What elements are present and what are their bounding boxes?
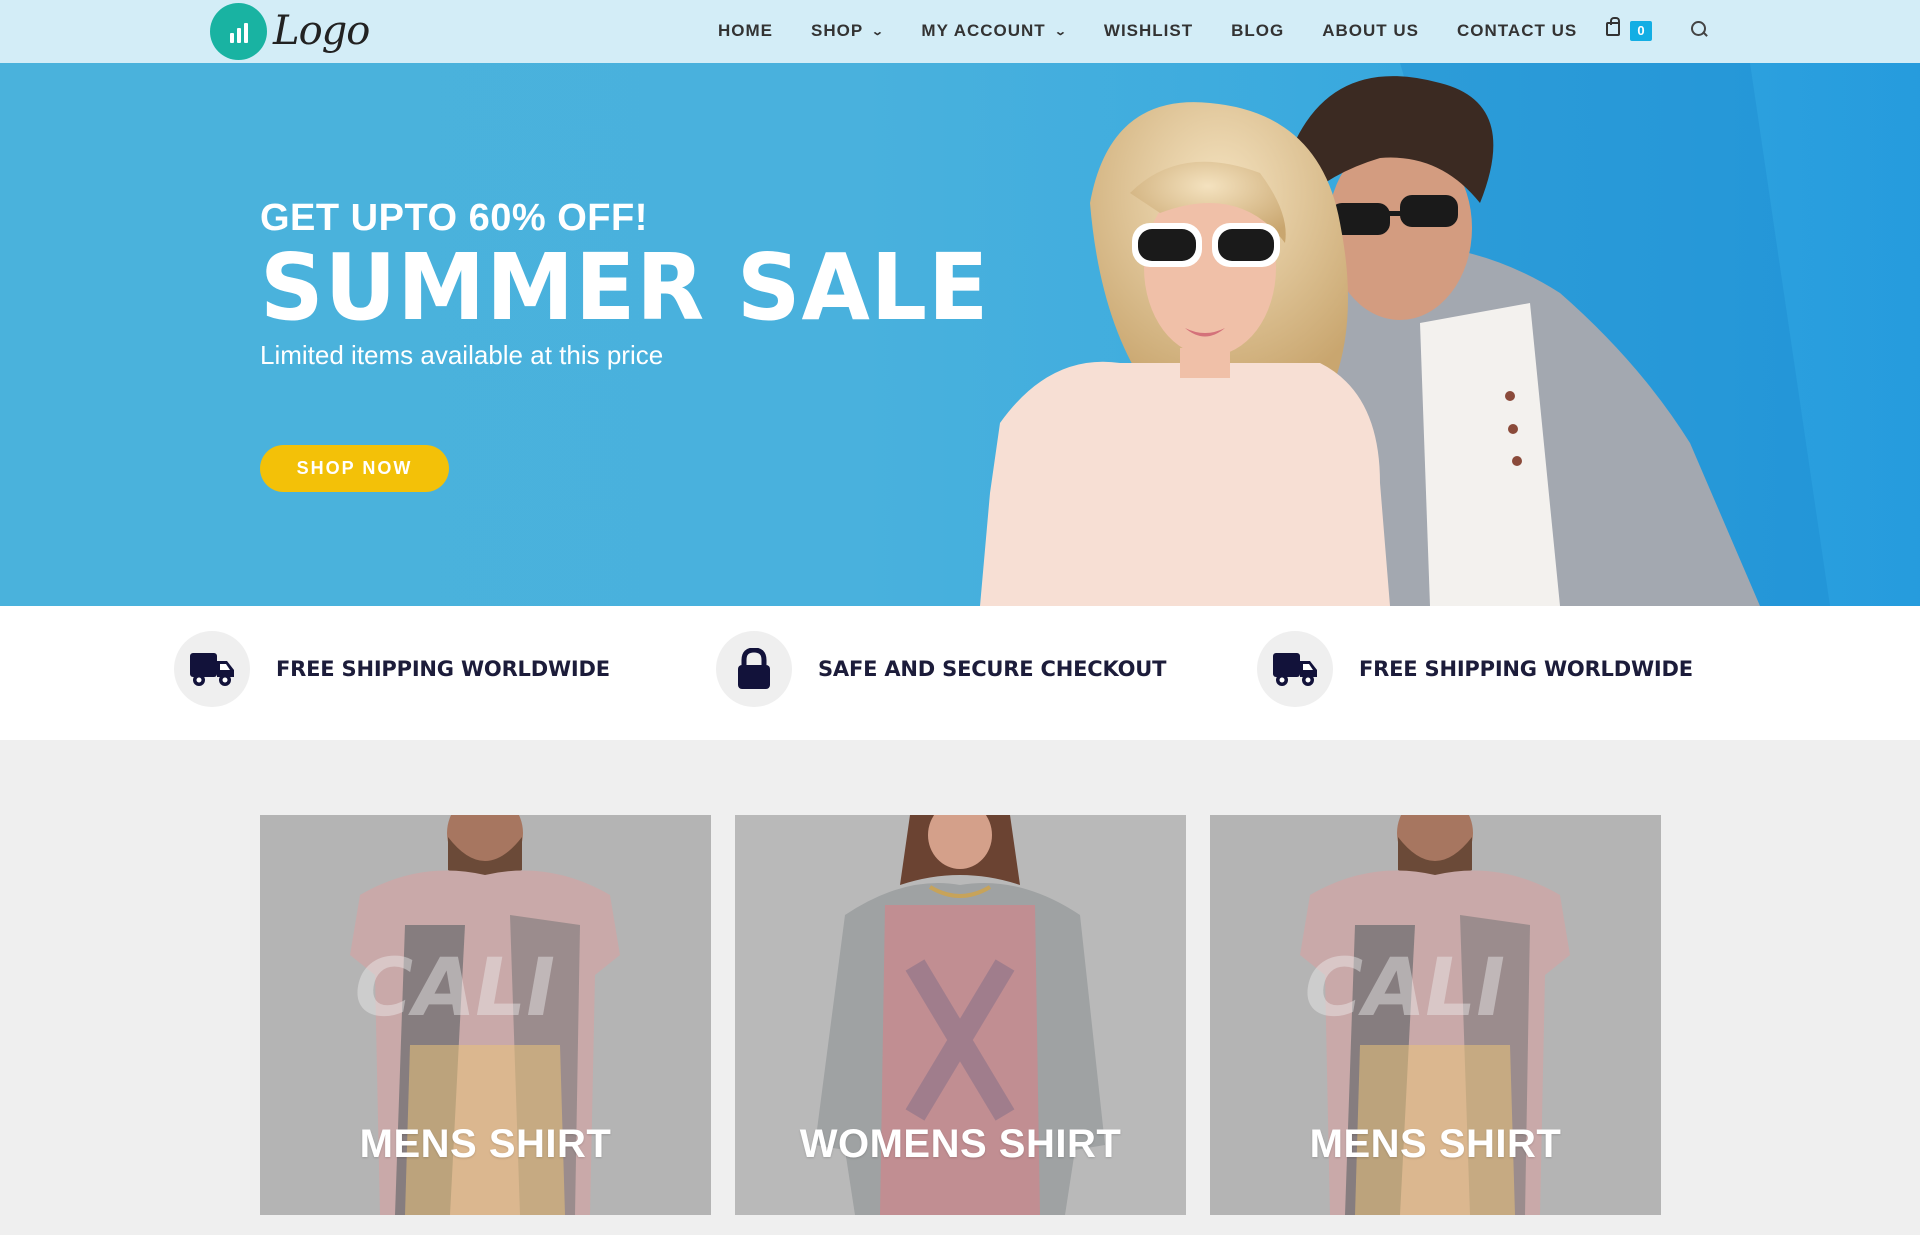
category-card-mens-shirt[interactable]: CALI MENS SHIRT: [260, 815, 711, 1215]
nav-my-account-label: MY ACCOUNT: [921, 21, 1046, 40]
nav-contact-us[interactable]: CONTACT US: [1457, 21, 1577, 41]
category-label: MENS SHIRT: [359, 1122, 612, 1166]
nav-about-us-label: ABOUT US: [1322, 21, 1420, 40]
feature-label: SAFE AND SECURE CHECKOUT: [818, 657, 1167, 681]
truck-icon: [174, 631, 250, 707]
logo-text: Logo: [273, 8, 370, 54]
hero-text-block: GET UPTO 60% OFF! SUMMER SALE Limited it…: [260, 197, 1020, 492]
category-grid: CALI MENS SHIRT WOMENS SHIRT CALI MENS S…: [0, 740, 1920, 1235]
feature-label: FREE SHIPPING WORLDWIDE: [276, 657, 610, 681]
site-header: Logo HOME SHOP ⌄ MY ACCOUNT ⌄ WISHLIST BLO…: [0, 0, 1920, 63]
nav-home-label: HOME: [718, 21, 773, 40]
cart-button[interactable]: 0: [1606, 17, 1662, 45]
nav-wishlist-label: WISHLIST: [1103, 21, 1194, 40]
svg-text:CALI: CALI: [346, 942, 564, 1035]
feature-label: FREE SHIPPING WORLDWIDE: [1359, 657, 1693, 681]
feature-item: FREE SHIPPING WORLDWIDE: [1257, 631, 1693, 707]
site-logo[interactable]: Logo: [210, 2, 370, 60]
hero-subtitle: Limited items available at this price: [260, 340, 664, 370]
nav-my-account[interactable]: MY ACCOUNT ⌄: [921, 21, 1066, 41]
category-card-womens-shirt[interactable]: WOMENS SHIRT: [735, 815, 1186, 1215]
main-nav: HOME SHOP ⌄ MY ACCOUNT ⌄ WISHLIST BLOG ABO…: [718, 0, 1615, 62]
chevron-down-icon: ⌄: [871, 25, 886, 38]
hero-kicker: GET UPTO 60% OFF!: [260, 197, 648, 239]
cart-count-badge: 0: [1630, 21, 1652, 41]
nav-blog[interactable]: BLOG: [1231, 21, 1284, 41]
category-card-mens-shirt[interactable]: CALI MENS SHIRT: [1210, 815, 1661, 1215]
search-icon[interactable]: [1691, 21, 1708, 38]
nav-wishlist[interactable]: WISHLIST: [1104, 21, 1193, 41]
category-label: WOMENS SHIRT: [799, 1122, 1122, 1166]
truck-icon: [1257, 631, 1333, 707]
hero-banner: GET UPTO 60% OFF! SUMMER SALE Limited it…: [0, 63, 1920, 606]
nav-contact-us-label: CONTACT US: [1457, 21, 1578, 40]
nav-blog-label: BLOG: [1231, 21, 1285, 40]
nav-shop-label: SHOP: [811, 21, 864, 40]
nav-home[interactable]: HOME: [718, 21, 773, 41]
hero-title: SUMMER SALE: [260, 234, 990, 341]
lock-icon: [716, 631, 792, 707]
feature-item: SAFE AND SECURE CHECKOUT: [716, 631, 1166, 707]
feature-item: FREE SHIPPING WORLDWIDE: [174, 631, 610, 707]
shop-now-button[interactable]: SHOP NOW: [260, 445, 449, 492]
features-strip: FREE SHIPPING WORLDWIDE SAFE AND SECURE …: [0, 606, 1920, 740]
chart-logo-icon: [210, 2, 267, 60]
chevron-down-icon: ⌄: [1053, 25, 1068, 38]
nav-about-us[interactable]: ABOUT US: [1322, 21, 1419, 41]
category-label: MENS SHIRT: [1309, 1122, 1562, 1166]
shopping-bag-icon: [1606, 17, 1620, 36]
nav-shop[interactable]: SHOP ⌄: [811, 21, 886, 41]
svg-text:CALI: CALI: [1296, 942, 1514, 1035]
